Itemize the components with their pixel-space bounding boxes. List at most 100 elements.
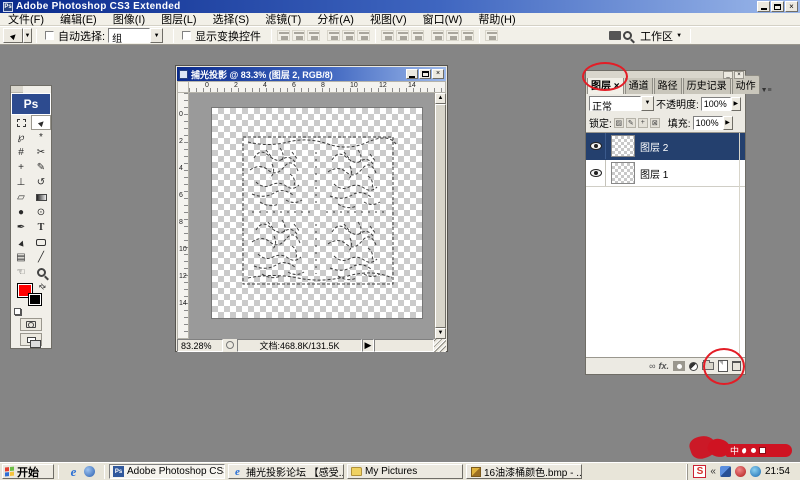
quick-launch-icon-2[interactable] bbox=[83, 465, 96, 478]
distribute-right-icon[interactable] bbox=[461, 30, 474, 41]
horizontal-ruler[interactable]: 0 2 4 6 8 10 12 14 bbox=[189, 81, 446, 93]
screen-mode-button[interactable] bbox=[20, 333, 42, 346]
distribute-vcenter-icon[interactable] bbox=[396, 30, 409, 41]
network-tray-icon[interactable] bbox=[750, 466, 761, 477]
path-selection-tool[interactable]: ► bbox=[11, 235, 31, 250]
show-transform-checkbox[interactable] bbox=[182, 31, 191, 40]
layer-mask-icon[interactable] bbox=[673, 361, 685, 371]
scroll-up-icon[interactable]: ▲ bbox=[435, 93, 446, 104]
menu-edit[interactable]: 编辑(E) bbox=[52, 11, 105, 27]
ruler-corner[interactable] bbox=[177, 81, 189, 93]
fill-field[interactable]: 100% ▶ bbox=[693, 116, 733, 130]
rectangular-marquee-tool[interactable] bbox=[11, 115, 31, 130]
gradient-tool[interactable] bbox=[31, 190, 51, 205]
workspace-label[interactable]: 工作区 bbox=[640, 28, 673, 44]
messenger-tray-icon[interactable] bbox=[720, 466, 731, 477]
menu-view[interactable]: 视图(V) bbox=[362, 11, 415, 27]
distribute-hcenter-icon[interactable] bbox=[446, 30, 459, 41]
menu-select[interactable]: 选择(S) bbox=[205, 11, 258, 27]
lock-transparency-icon[interactable]: ▨ bbox=[614, 118, 624, 128]
swap-colors-icon[interactable]: ⇄ bbox=[37, 281, 48, 292]
align-right-icon[interactable] bbox=[357, 30, 370, 41]
align-top-icon[interactable] bbox=[277, 30, 290, 41]
layer-name[interactable]: 图层 2 bbox=[640, 139, 668, 154]
menu-analysis[interactable]: 分析(A) bbox=[309, 11, 362, 27]
doc-minimize-button[interactable] bbox=[406, 69, 418, 79]
panel-menu-icon[interactable]: ▼≡ bbox=[761, 87, 772, 94]
menu-help[interactable]: 帮助(H) bbox=[470, 11, 523, 27]
blend-mode-dropdown[interactable]: 正常 ▼ bbox=[589, 96, 654, 111]
bridge-icon[interactable] bbox=[609, 31, 621, 40]
eyedropper-tool[interactable]: ╱ bbox=[31, 250, 51, 265]
opacity-field[interactable]: 100% ▶ bbox=[701, 97, 741, 111]
auto-select-checkbox[interactable] bbox=[45, 31, 54, 40]
auto-align-layers-icon[interactable] bbox=[485, 30, 498, 41]
align-bottom-icon[interactable] bbox=[307, 30, 320, 41]
slice-tool[interactable]: ✂ bbox=[31, 145, 51, 160]
layer-row-2[interactable]: 图层 2 bbox=[586, 133, 745, 160]
menu-filter[interactable]: 滤镜(T) bbox=[257, 11, 309, 27]
healing-brush-tool[interactable]: + bbox=[11, 160, 31, 175]
zoom-tool[interactable] bbox=[31, 265, 51, 280]
lock-pixels-icon[interactable]: ✎ bbox=[626, 118, 636, 128]
canvas-transparent-layer[interactable] bbox=[211, 107, 423, 319]
auto-select-dropdown[interactable]: 组 ▼ bbox=[108, 28, 163, 43]
taskbar-task-my-pictures[interactable]: My Pictures bbox=[347, 464, 463, 479]
toolbox-drag-handle[interactable] bbox=[11, 86, 23, 93]
taskbar-task-forum[interactable]: e 捕光投影论坛 【感受... bbox=[228, 464, 344, 479]
taskbar-task-photoshop[interactable]: Ps Adobe Photoshop CS3... bbox=[109, 464, 225, 479]
tray-expand-icon[interactable]: « bbox=[710, 466, 716, 477]
canvas-viewport[interactable] bbox=[189, 93, 434, 339]
zoom-level-field[interactable]: 83.28% bbox=[177, 339, 223, 352]
sogou-tray-icon[interactable]: S bbox=[693, 465, 706, 478]
restore-button[interactable] bbox=[771, 1, 784, 12]
align-left-icon[interactable] bbox=[327, 30, 340, 41]
tool-preset-picker[interactable]: ► ▼ bbox=[3, 28, 32, 43]
spin-arrow-icon[interactable]: ▶ bbox=[723, 116, 733, 130]
magic-wand-tool[interactable]: * bbox=[31, 130, 51, 145]
blur-tool[interactable]: ● bbox=[11, 205, 31, 220]
taskbar-clock[interactable]: 21:54 bbox=[765, 466, 793, 477]
quick-mask-button[interactable] bbox=[20, 318, 42, 331]
lasso-tool[interactable]: ℘ bbox=[11, 130, 31, 145]
menu-window[interactable]: 窗口(W) bbox=[415, 11, 471, 27]
internet-explorer-icon[interactable]: e bbox=[67, 465, 80, 478]
distribute-top-icon[interactable] bbox=[381, 30, 394, 41]
dodge-tool[interactable]: ⊙ bbox=[31, 205, 51, 220]
layer-style-icon[interactable]: fx. bbox=[658, 361, 669, 371]
doc-maximize-button[interactable] bbox=[419, 69, 431, 79]
shape-tool[interactable] bbox=[31, 235, 51, 250]
close-button[interactable]: × bbox=[785, 1, 798, 12]
align-vcenter-icon[interactable] bbox=[292, 30, 305, 41]
taskbar-task-bmp[interactable]: 16油漆桶颜色.bmp - ... bbox=[466, 464, 582, 479]
type-tool[interactable]: T bbox=[31, 220, 51, 235]
clone-stamp-tool[interactable]: ⊥ bbox=[11, 175, 31, 190]
move-tool[interactable]: ► bbox=[31, 115, 51, 130]
vertical-ruler[interactable]: 0 2 4 6 8 10 12 14 bbox=[177, 93, 189, 339]
lock-all-icon[interactable]: ⊠ bbox=[650, 118, 660, 128]
start-button[interactable]: 开始 bbox=[2, 464, 54, 479]
security-tray-icon[interactable] bbox=[735, 466, 746, 477]
document-title-bar[interactable]: 捕光投影 @ 83.3% (图层 2, RGB/8) × bbox=[177, 67, 446, 81]
crop-tool[interactable]: # bbox=[11, 145, 31, 160]
panel-minimize-button[interactable]: _ bbox=[723, 71, 733, 79]
doc-close-button[interactable]: × bbox=[432, 69, 444, 79]
menu-layer[interactable]: 图层(L) bbox=[153, 11, 204, 27]
layer-row-1[interactable]: 图层 1 bbox=[586, 160, 745, 187]
layers-scrollbar[interactable] bbox=[739, 133, 745, 357]
resize-grip[interactable] bbox=[434, 339, 446, 352]
vertical-scrollbar[interactable]: ▲ ▼ bbox=[434, 93, 446, 339]
spin-arrow-icon[interactable]: ▶ bbox=[731, 97, 741, 111]
eraser-tool[interactable]: ▱ bbox=[11, 190, 31, 205]
visibility-cell[interactable] bbox=[586, 133, 606, 159]
visibility-cell[interactable] bbox=[586, 160, 606, 186]
status-menu-arrow[interactable]: ▶ bbox=[362, 339, 374, 352]
minimize-button[interactable] bbox=[757, 1, 770, 12]
layer-name[interactable]: 图层 1 bbox=[640, 166, 668, 181]
pen-tool[interactable]: ✒ bbox=[11, 220, 31, 235]
brush-tool[interactable]: ✎ bbox=[31, 160, 51, 175]
menu-file[interactable]: 文件(F) bbox=[0, 11, 52, 27]
scroll-down-icon[interactable]: ▼ bbox=[435, 328, 446, 339]
scrollbar-thumb[interactable] bbox=[435, 104, 446, 328]
background-color-swatch[interactable] bbox=[28, 293, 42, 306]
